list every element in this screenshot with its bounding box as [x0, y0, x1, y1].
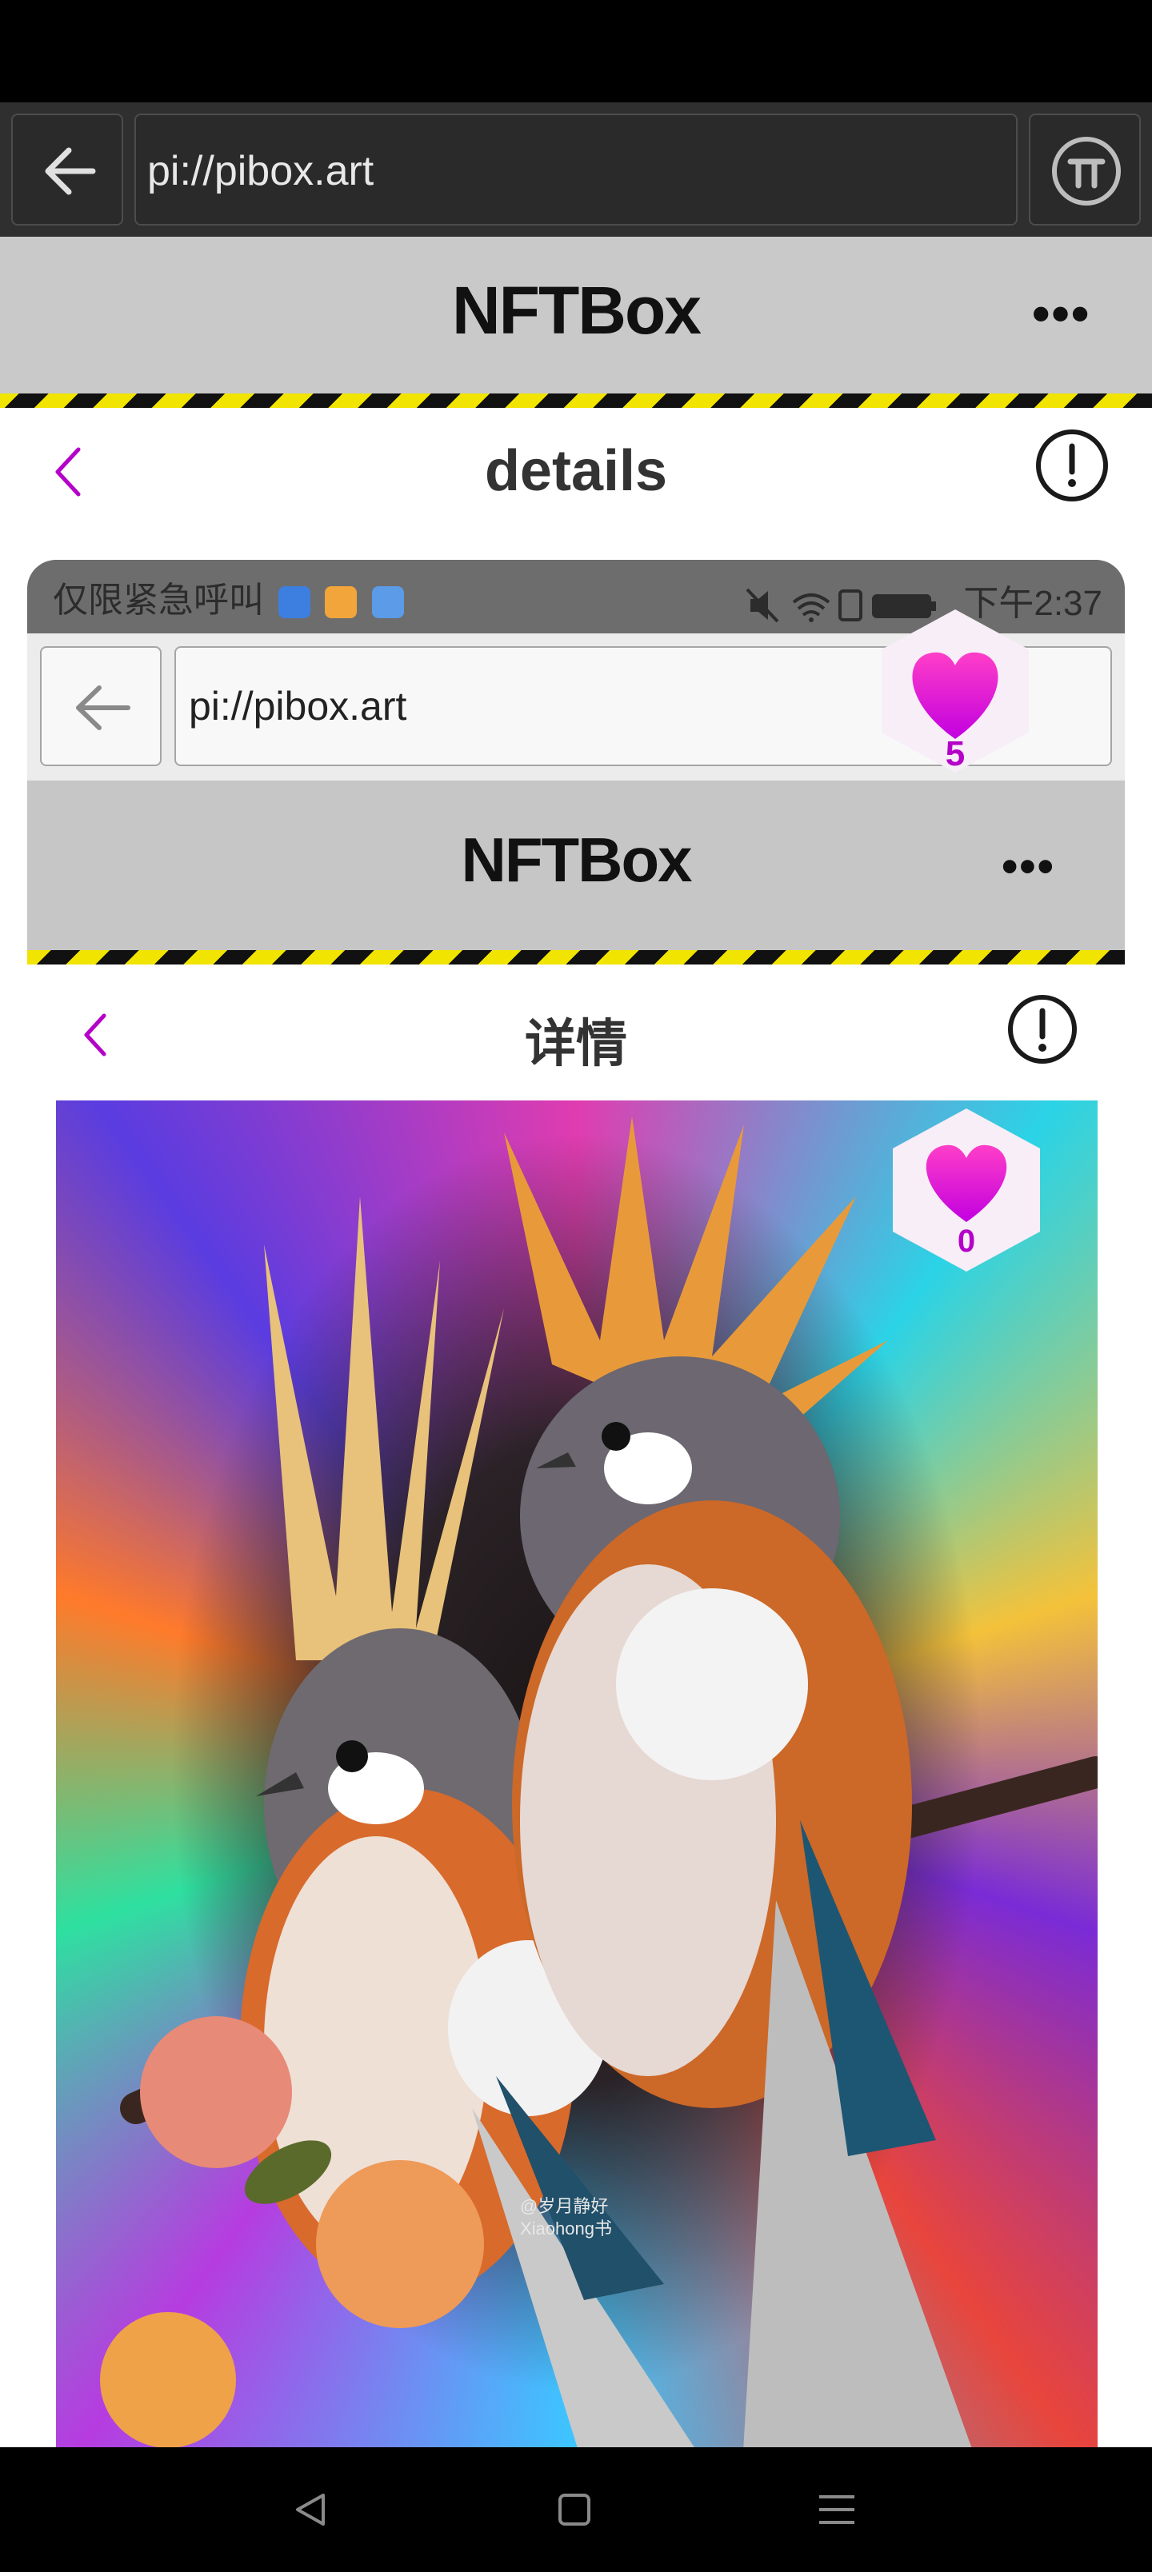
back-arrow-icon: [45, 147, 96, 195]
inner-more-menu-button[interactable]: •••: [1002, 840, 1055, 893]
lychee-fruit: [140, 2016, 292, 2168]
lychee-fruit: [316, 2160, 484, 2328]
address-bar[interactable]: pi://pibox.art: [134, 114, 1018, 226]
artwork-like-count: 0: [957, 1224, 976, 1259]
app-badge-icon: [325, 586, 358, 619]
wifi-icon: [792, 593, 830, 623]
address-bar-text: pi://pibox.art: [147, 148, 374, 194]
inner-status-carrier: 仅限紧急呼叫: [53, 571, 404, 622]
app-badge-icon: [371, 586, 404, 619]
info-button[interactable]: [1034, 427, 1110, 504]
mute-icon: [746, 588, 779, 623]
home-square-icon[interactable]: [558, 2494, 590, 2526]
inner-app-title: NFTBox: [461, 825, 693, 895]
app-badge-icon: [278, 586, 311, 619]
app-title: NFTBox: [452, 273, 702, 348]
page-title: details: [484, 439, 668, 503]
system-nav-bar: [0, 2447, 1152, 2572]
status-bar: [0, 0, 1152, 102]
sim-icon: [838, 589, 863, 622]
birds-illustration: @岁月静好 Xiaohong书: [100, 1116, 1098, 2572]
back-triangle-icon[interactable]: [296, 2494, 325, 2526]
menu-lines-icon[interactable]: [819, 2495, 854, 2524]
info-circle-icon: [1008, 995, 1077, 1064]
inner-info-button[interactable]: [1005, 992, 1080, 1067]
nft-artwork-image[interactable]: @岁月静好 Xiaohong书: [56, 1100, 1098, 2572]
artwork-watermark: @岁月静好: [520, 2196, 608, 2216]
inner-address-text: pi://pibox.art: [189, 684, 407, 729]
like-count: 5: [945, 734, 966, 773]
pi-browser-button[interactable]: [1029, 114, 1141, 226]
browser-back-button[interactable]: [11, 114, 123, 226]
info-circle-icon: [1036, 429, 1108, 501]
inner-status-text: 仅限紧急呼叫: [53, 581, 264, 620]
hazard-stripe-divider: [0, 393, 1152, 408]
lychee-fruit: [100, 2312, 236, 2448]
inner-page-title: 详情: [525, 1015, 627, 1072]
shared-screenshot: 仅限紧急呼叫 下午2:37 pi://pibox.art NFTBox ••• …: [27, 560, 1125, 2572]
svg-text:Xiaohong书: Xiaohong书: [520, 2219, 612, 2239]
nav-buttons: [296, 2494, 854, 2526]
inner-hazard-stripe-divider: [27, 950, 1125, 965]
more-menu-button[interactable]: •••: [1032, 284, 1090, 343]
pi-logo-icon: [1052, 137, 1121, 206]
back-arrow-icon: [76, 685, 130, 730]
inner-browser-back-button[interactable]: [40, 646, 162, 766]
